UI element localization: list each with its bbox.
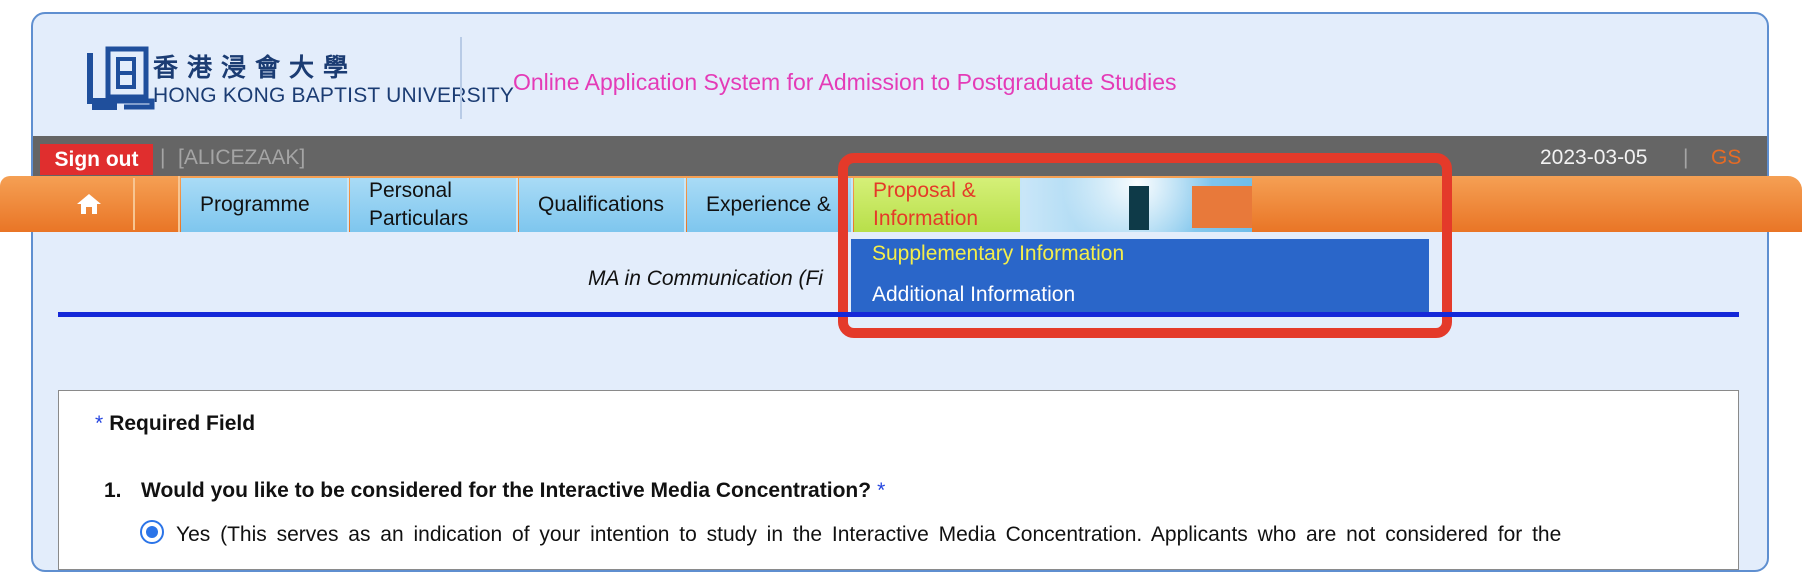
required-star: *: [95, 412, 104, 435]
system-title: Online Application System for Admission …: [513, 69, 1177, 95]
title-divider: [58, 312, 1739, 317]
gs-link[interactable]: GS: [1711, 146, 1741, 170]
signout-button[interactable]: Sign out: [40, 144, 153, 175]
current-date: 2023-03-05: [1540, 146, 1648, 169]
question-label: Would you like to be considered for the …: [141, 479, 885, 503]
home-button[interactable]: [0, 176, 180, 232]
required-field-note: * Required Field: [95, 412, 255, 436]
date-separator: |: [1683, 146, 1689, 169]
question-text: Would you like to be considered for the …: [141, 479, 872, 502]
username: [ALICEZAAK]: [178, 146, 306, 169]
question-number: 1.: [104, 479, 122, 502]
user-separator: |: [160, 146, 166, 169]
tab-qualifications[interactable]: Qualifications: [519, 178, 686, 232]
hkbu-logo-icon: [87, 46, 155, 110]
home-separator: [133, 178, 135, 230]
radio-yes[interactable]: [140, 520, 164, 544]
question-required-star: *: [877, 479, 886, 502]
tab-programme[interactable]: Programme: [181, 178, 349, 232]
logo-chinese-name: 香港浸會大學: [153, 53, 358, 82]
programme-title: MA in Communication (Fi: [588, 267, 823, 290]
tab-experience[interactable]: Experience &: [687, 178, 853, 232]
home-icon: [77, 194, 101, 214]
logo-divider: [460, 37, 462, 119]
tab-personal-particulars[interactable]: Personal Particulars: [350, 178, 518, 232]
highlight-annotation: [838, 153, 1452, 338]
required-label: Required Field: [109, 412, 256, 435]
radio-yes-label: Yes (This serves as an indication of you…: [176, 523, 1562, 546]
